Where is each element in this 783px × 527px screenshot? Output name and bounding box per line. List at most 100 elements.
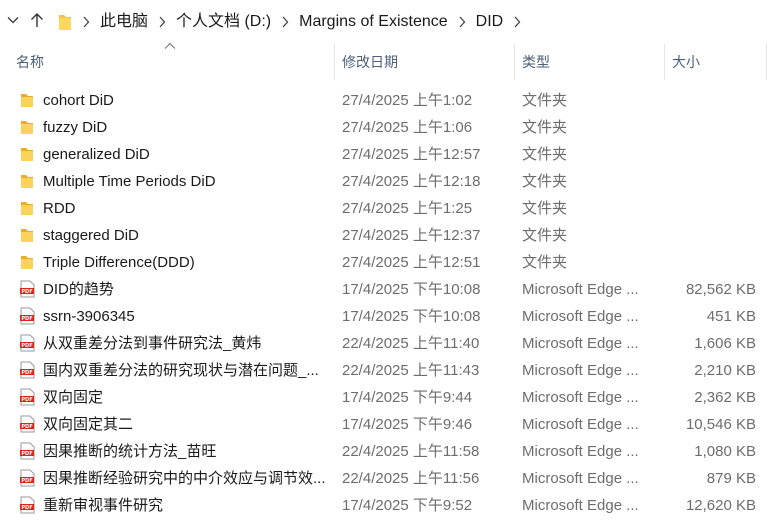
breadcrumb-did[interactable]: DID	[476, 6, 504, 38]
file-name: 国内双重差分法的研究现状与潜在问题_...	[43, 362, 319, 379]
file-type: 文件夹	[522, 146, 568, 163]
chevron-right-icon[interactable]	[72, 6, 100, 38]
chevron-right-icon[interactable]	[148, 6, 176, 38]
file-size: 879 KB	[706, 470, 756, 487]
file-date: 27/4/2025 上午1:06	[342, 119, 473, 136]
list-item[interactable]: PDF ssrn-3906345 17/4/2025 下午10:08 Micro…	[0, 303, 783, 330]
pdf-file-icon: PDF	[18, 415, 36, 433]
file-name: 从双重差分法到事件研究法_黄炜	[43, 335, 262, 352]
list-item[interactable]: PDF 双向固定其二 17/4/2025 下午9:46 Microsoft Ed…	[0, 411, 783, 438]
svg-text:PDF: PDF	[21, 505, 32, 511]
pdf-file-icon: PDF	[18, 388, 36, 406]
pdf-file-icon: PDF	[18, 307, 36, 325]
column-header-date[interactable]: 修改日期	[342, 44, 398, 80]
column-header: 名称 修改日期 类型 大小	[0, 44, 783, 80]
file-type: 文件夹	[522, 92, 568, 109]
file-type: Microsoft Edge ...	[522, 335, 639, 352]
chevron-down-icon	[7, 17, 19, 24]
file-type: 文件夹	[522, 119, 568, 136]
pdf-file-icon: PDF	[18, 334, 36, 352]
svg-text:PDF: PDF	[21, 478, 32, 484]
folder-icon	[18, 253, 36, 271]
file-type: Microsoft Edge ...	[522, 389, 639, 406]
column-header-size[interactable]: 大小	[672, 44, 700, 80]
file-type: Microsoft Edge ...	[522, 281, 639, 298]
list-item[interactable]: generalized DiD 27/4/2025 上午12:57 文件夹	[0, 141, 783, 168]
file-list: cohort DiD 27/4/2025 上午1:02 文件夹 fuzzy Di…	[0, 87, 783, 519]
svg-text:PDF: PDF	[21, 316, 32, 322]
list-item[interactable]: Triple Difference(DDD) 27/4/2025 上午12:51…	[0, 249, 783, 276]
list-item[interactable]: Multiple Time Periods DiD 27/4/2025 上午12…	[0, 168, 783, 195]
svg-text:PDF: PDF	[21, 289, 32, 295]
file-type: 文件夹	[522, 200, 568, 217]
file-date: 22/4/2025 上午11:58	[342, 443, 480, 460]
folder-icon	[18, 145, 36, 163]
column-divider[interactable]	[766, 44, 767, 80]
column-divider[interactable]	[514, 44, 515, 80]
breadcrumb-drive-d[interactable]: 个人文档 (D:)	[176, 6, 271, 38]
file-name: 双向固定	[43, 389, 104, 406]
file-type: Microsoft Edge ...	[522, 497, 639, 514]
folder-icon	[18, 226, 36, 244]
up-arrow-icon	[31, 13, 43, 27]
file-type: 文件夹	[522, 173, 568, 190]
list-item[interactable]: PDF 国内双重差分法的研究现状与潜在问题_... 22/4/2025 上午11…	[0, 357, 783, 384]
file-date: 22/4/2025 上午11:40	[342, 335, 480, 352]
file-size: 2,362 KB	[694, 389, 756, 406]
file-name: RDD	[43, 200, 76, 217]
svg-text:PDF: PDF	[21, 370, 32, 376]
file-size: 10,546 KB	[685, 416, 756, 433]
file-date: 27/4/2025 上午12:37	[342, 227, 481, 244]
list-item[interactable]: PDF 重新审视事件研究 17/4/2025 下午9:52 Microsoft …	[0, 492, 783, 519]
file-name: 双向固定其二	[43, 416, 134, 433]
list-item[interactable]: PDF 双向固定 17/4/2025 下午9:44 Microsoft Edge…	[0, 384, 783, 411]
file-date: 27/4/2025 上午1:25	[342, 200, 473, 217]
file-name: fuzzy DiD	[43, 119, 108, 136]
chevron-right-icon[interactable]	[503, 6, 531, 38]
file-type: Microsoft Edge ...	[522, 443, 639, 460]
column-divider[interactable]	[664, 44, 665, 80]
chevron-right-icon[interactable]	[448, 6, 476, 38]
list-item[interactable]: PDF 因果推断经验研究中的中介效应与调节效... 22/4/2025 上午11…	[0, 465, 783, 492]
file-size: 2,210 KB	[694, 362, 756, 379]
pdf-file-icon: PDF	[18, 496, 36, 514]
recent-locations-button[interactable]	[4, 10, 22, 30]
address-bar[interactable]: 此电脑 个人文档 (D:) Margins of Existence DID	[52, 6, 783, 38]
folder-icon	[58, 13, 72, 31]
list-item[interactable]: RDD 27/4/2025 上午1:25 文件夹	[0, 195, 783, 222]
breadcrumb-margins-of-existence[interactable]: Margins of Existence	[299, 6, 448, 38]
list-item[interactable]: PDF DID的趋势 17/4/2025 下午10:08 Microsoft E…	[0, 276, 783, 303]
column-header-name[interactable]: 名称	[16, 44, 44, 80]
folder-icon	[18, 172, 36, 190]
file-explorer-window: 此电脑 个人文档 (D:) Margins of Existence DID 名…	[0, 0, 783, 527]
file-type: 文件夹	[522, 254, 568, 271]
pdf-file-icon: PDF	[18, 280, 36, 298]
file-date: 22/4/2025 上午11:43	[342, 362, 480, 379]
folder-icon	[18, 91, 36, 109]
file-size: 1,606 KB	[694, 335, 756, 352]
file-date: 27/4/2025 上午12:18	[342, 173, 481, 190]
list-item[interactable]: staggered DiD 27/4/2025 上午12:37 文件夹	[0, 222, 783, 249]
file-name: 重新审视事件研究	[43, 497, 164, 514]
pdf-file-icon: PDF	[18, 361, 36, 379]
breadcrumb-this-pc[interactable]: 此电脑	[100, 6, 148, 38]
file-date: 22/4/2025 上午11:56	[342, 470, 480, 487]
up-button[interactable]	[28, 10, 46, 30]
list-item[interactable]: fuzzy DiD 27/4/2025 上午1:06 文件夹	[0, 114, 783, 141]
list-item[interactable]: PDF 从双重差分法到事件研究法_黄炜 22/4/2025 上午11:40 Mi…	[0, 330, 783, 357]
list-item[interactable]: PDF 因果推断的统计方法_苗旺 22/4/2025 上午11:58 Micro…	[0, 438, 783, 465]
file-name: generalized DiD	[43, 146, 150, 163]
file-date: 27/4/2025 上午12:57	[342, 146, 481, 163]
file-name: staggered DiD	[43, 227, 139, 244]
list-item[interactable]: cohort DiD 27/4/2025 上午1:02 文件夹	[0, 87, 783, 114]
file-type: Microsoft Edge ...	[522, 470, 639, 487]
chevron-right-icon[interactable]	[271, 6, 299, 38]
pdf-file-icon: PDF	[18, 442, 36, 460]
file-size: 82,562 KB	[685, 281, 756, 298]
file-date: 17/4/2025 下午9:44	[342, 389, 473, 406]
file-date: 17/4/2025 下午10:08	[342, 281, 481, 298]
pdf-file-icon: PDF	[18, 469, 36, 487]
address-bar-row: 此电脑 个人文档 (D:) Margins of Existence DID	[0, 0, 783, 40]
column-divider[interactable]	[334, 44, 335, 80]
column-header-type[interactable]: 类型	[522, 44, 550, 80]
